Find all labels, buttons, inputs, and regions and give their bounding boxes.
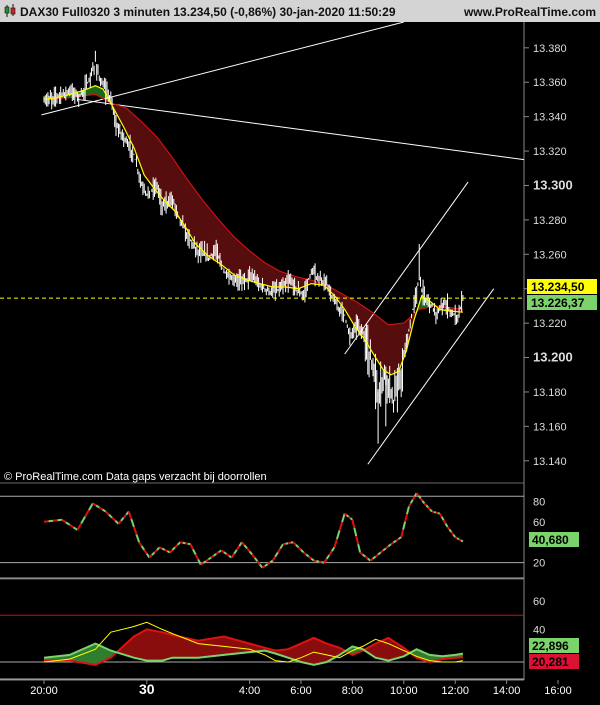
osc1-segment bbox=[425, 504, 429, 509]
chart-title: DAX30 Full0320 3 minuten 13.234,50 (-0,8… bbox=[20, 5, 396, 19]
x-tick-label: 30 bbox=[139, 681, 155, 697]
last-price-value: 13.234,50 bbox=[531, 280, 585, 294]
y-tick-label: 13.180 bbox=[533, 387, 567, 399]
osc1-tick-label: 80 bbox=[533, 496, 545, 508]
copyright-note: © ProRealTime.com Data gaps verzacht bij… bbox=[4, 471, 267, 483]
osc1-segment bbox=[182, 541, 186, 545]
ma-value-label: 13.226,37 bbox=[527, 295, 597, 310]
osc1-segment bbox=[458, 538, 462, 542]
y-tick-label: 13.160 bbox=[533, 421, 567, 433]
x-tick-label: 16:00 bbox=[544, 685, 572, 697]
y-tick-label: 13.200 bbox=[533, 350, 573, 365]
x-tick-label: 6:00 bbox=[290, 685, 311, 697]
osc1-segment bbox=[433, 511, 437, 514]
osc1-segment bbox=[429, 508, 433, 513]
osc1-segment bbox=[349, 517, 354, 521]
x-tick-label: 10:00 bbox=[390, 685, 418, 697]
x-tick-label: 20:00 bbox=[30, 685, 58, 697]
osc1-segment bbox=[344, 512, 348, 516]
ma-value: 13.226,37 bbox=[531, 296, 585, 310]
osc1-segment bbox=[454, 536, 458, 540]
y-tick-label: 13.340 bbox=[533, 112, 567, 124]
y-tick-label: 13.220 bbox=[533, 318, 567, 330]
x-tick-label: 14:00 bbox=[493, 685, 521, 697]
y-tick-label: 13.260 bbox=[533, 249, 567, 261]
osc2-up-label: 22,896 bbox=[529, 638, 579, 653]
osc1-segment bbox=[52, 519, 58, 522]
y-tick-label: 13.380 bbox=[533, 43, 567, 55]
osc2-tick-label: 60 bbox=[533, 596, 545, 608]
y-tick-label: 13.320 bbox=[533, 146, 567, 158]
osc1-segment bbox=[423, 502, 428, 507]
y-tick-label: 13.280 bbox=[533, 215, 567, 227]
osc1-segment bbox=[282, 542, 286, 546]
osc1-segment bbox=[313, 559, 317, 563]
osc2-up-value: 22,896 bbox=[532, 639, 569, 653]
osc1-segment bbox=[185, 542, 189, 545]
x-tick-label: 12:00 bbox=[441, 685, 469, 697]
osc1-segment bbox=[431, 510, 435, 514]
osc1-value-label: 40,680 bbox=[529, 532, 579, 547]
y-tick-label: 13.360 bbox=[533, 77, 567, 89]
osc1-segment bbox=[345, 514, 350, 518]
osc1-segment bbox=[159, 546, 163, 550]
osc1-segment bbox=[164, 548, 168, 553]
osc1-segment bbox=[285, 542, 289, 545]
x-tick-label: 4:00 bbox=[239, 685, 260, 697]
osc1-segment bbox=[161, 547, 166, 551]
y-tick-label: 13.140 bbox=[533, 456, 567, 468]
osc1-segment bbox=[180, 541, 183, 544]
x-tick-label: 8:00 bbox=[342, 685, 363, 697]
chart-root: DAX30 Full0320 3 minuten 13.234,50 (-0,8… bbox=[0, 0, 600, 700]
last-price-label: 13.234,50 bbox=[527, 279, 597, 294]
osc1-tick-label: 60 bbox=[533, 517, 545, 529]
osc1-segment bbox=[460, 539, 464, 543]
osc1-segment bbox=[427, 506, 431, 511]
osc1-segment bbox=[43, 520, 49, 523]
osc1-segment bbox=[316, 560, 320, 563]
osc2-down-label: 20,281 bbox=[529, 654, 579, 669]
osc1-segment bbox=[318, 560, 322, 564]
osc1-tick-label: 20 bbox=[533, 558, 545, 570]
osc1-segment bbox=[57, 518, 63, 522]
osc1-segment bbox=[435, 511, 439, 515]
osc1-segment bbox=[287, 541, 291, 545]
osc1-segment bbox=[187, 542, 191, 546]
y-tick-label: 13.300 bbox=[533, 177, 573, 192]
chart-canvas[interactable]: DAX30 Full0320 3 minuten 13.234,50 (-0,8… bbox=[0, 0, 600, 700]
osc2-down-value: 20,281 bbox=[532, 655, 569, 669]
osc2-tick-label: 40 bbox=[533, 624, 545, 636]
osc1-segment bbox=[347, 515, 352, 519]
osc1-segment bbox=[456, 537, 460, 541]
osc1-segment bbox=[48, 519, 54, 523]
osc1-segment bbox=[437, 512, 441, 515]
site-label[interactable]: www.ProRealTime.com bbox=[463, 5, 596, 19]
osc1-value: 40,680 bbox=[532, 533, 569, 547]
